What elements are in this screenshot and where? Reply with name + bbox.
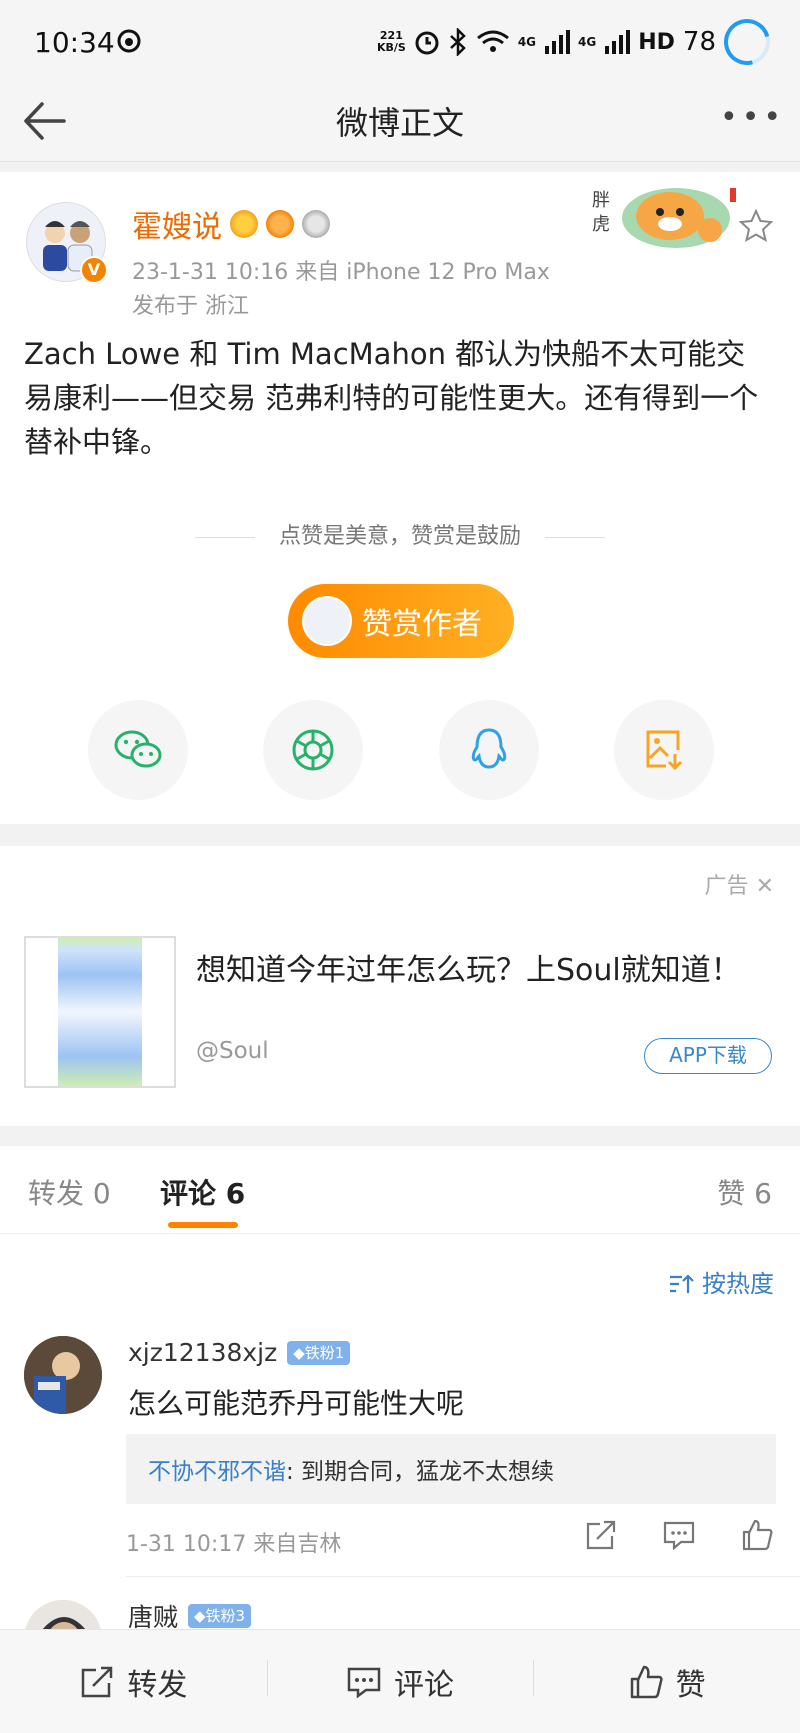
comment-reply[interactable]: 不协不邪不谐: 到期合同，猛龙不太想续 (126, 1434, 776, 1504)
save-image-icon (646, 730, 683, 771)
post-meta: 23-1-31 10:16 来自 iPhone 12 Pro Max (132, 260, 550, 285)
comment-meta: 1-31 10:17 来自吉林 (126, 1532, 342, 1557)
comment-divider (126, 1576, 800, 1577)
forward-button[interactable]: 转发 (0, 1630, 267, 1733)
comment-icon (347, 1667, 381, 1698)
bluetooth-icon (449, 28, 466, 56)
comment-label: 评论 (394, 1667, 454, 1703)
tab-indicator (168, 1222, 238, 1228)
fan-badge: ◆铁粉3 (188, 1604, 252, 1628)
share-moments-button[interactable] (263, 700, 364, 800)
forward-label: 转发 (127, 1667, 188, 1703)
reply-text: : 到期合同，猛龙不太想续 (286, 1459, 555, 1485)
verified-badge-icon: V (80, 256, 108, 284)
reward-author-avatar (302, 596, 352, 646)
author-name[interactable]: 霍嫂说 (132, 202, 222, 246)
medal-badge-icon (302, 210, 330, 238)
comment-text: 怎么可能范乔丹可能性大呢 (128, 1387, 465, 1420)
moments-icon (292, 729, 334, 771)
signal-icon (545, 30, 571, 54)
status-icons: 221 KB/S 4G 4G HD 78 (376, 10, 779, 74)
like-button[interactable]: 赞 (533, 1630, 800, 1733)
hd-indicator: HD (638, 29, 675, 55)
qq-icon (471, 728, 506, 769)
weibo-notification-icon (117, 29, 141, 53)
bottom-action-bar: 转发 评论 赞 (0, 1629, 800, 1733)
comment-author[interactable]: xjz12138xjz (128, 1338, 277, 1367)
comment-like-icon[interactable] (740, 1518, 774, 1552)
like-icon (630, 1665, 663, 1698)
ad-title[interactable]: 想知道今年过年怎么玩？上Soul就知道！ (196, 950, 756, 992)
author-row: 霍嫂说 (132, 202, 330, 246)
reward-button-label: 赞赏作者 (362, 607, 482, 642)
status-time: 10:34 (34, 26, 115, 59)
alarm-icon (415, 31, 439, 55)
wifi-icon (476, 30, 509, 52)
comment-list: 按热度 xjz12138xjz ◆铁粉1 怎么可能范乔丹可能性大呢 不协不邪不谐… (0, 1234, 800, 1629)
wechat-icon (114, 730, 162, 768)
ad-thumbnail-image (58, 938, 142, 1086)
like-label: 赞 (675, 1667, 706, 1703)
detail-tabs: 转发 0 评论 6 赞 6 (0, 1146, 800, 1234)
battery-level: 78 (682, 27, 716, 57)
save-image-button[interactable] (613, 700, 714, 800)
comment-reply-icon[interactable] (662, 1518, 696, 1552)
net-speed: 221 KB/S (376, 29, 406, 54)
comment-author[interactable]: 唐贼 (128, 1598, 178, 1629)
post-location: 发布于 浙江 (132, 294, 249, 319)
ad-label[interactable]: 广告 ✕ (705, 868, 774, 900)
share-qq-button[interactable] (438, 700, 539, 800)
forward-icon (82, 1666, 113, 1697)
share-wechat-button[interactable] (88, 700, 188, 800)
comment-actions (584, 1518, 774, 1552)
svg-text:胖: 胖 (592, 190, 610, 211)
comment-header: 唐贼 ◆铁粉3 (128, 1598, 252, 1629)
post-text: Zach Lowe 和 Tim MacMahon 都认为快船不太可能交易康利——… (24, 337, 759, 459)
ad-thumbnail[interactable] (24, 936, 176, 1088)
reward-hint: 点赞是美意，赞赏是鼓励 (0, 518, 800, 550)
tiger-sticker-icon: 胖 虎 (590, 186, 736, 248)
battery-ring-icon (715, 10, 779, 74)
reward-author-button[interactable]: 赞赏作者 (288, 584, 514, 658)
ad-source: @Soul (196, 1038, 269, 1064)
comment-avatar[interactable] (24, 1336, 102, 1414)
more-options-button[interactable]: ••• (720, 98, 781, 138)
signal-icon-2 (605, 30, 631, 54)
ad-close-icon[interactable]: ✕ (756, 874, 774, 899)
ad-card[interactable]: 广告 ✕ 想知道今年过年怎么玩？上Soul就知道！ @Soul APP下载 (0, 846, 800, 1126)
share-row (88, 700, 714, 800)
comment-avatar[interactable] (24, 1600, 102, 1629)
app-download-button[interactable]: APP下载 (644, 1038, 772, 1074)
comment-button[interactable]: 评论 (266, 1630, 534, 1733)
page-title: 微博正文 (335, 104, 464, 142)
crown-badge-icon (230, 210, 258, 238)
reply-author[interactable]: 不协不邪不谐 (148, 1459, 286, 1485)
tab-forward[interactable]: 转发 0 (28, 1172, 111, 1212)
fan-badge: ◆铁粉1 (287, 1340, 351, 1365)
tab-comment[interactable]: 评论 6 (160, 1172, 245, 1212)
post-card: V 霍嫂说 23-1-31 10:16 来自 iPhone 12 Pro Max… (0, 172, 800, 824)
network-type-2: 4G (578, 35, 597, 49)
tab-like[interactable]: 赞 6 (717, 1172, 772, 1212)
fish-badge-icon (266, 210, 294, 238)
sort-icon (670, 1274, 695, 1293)
sort-by-hot-button[interactable]: 按热度 (668, 1264, 774, 1299)
svg-text:虎: 虎 (592, 214, 610, 235)
nav-bar: 微博正文 ••• (0, 80, 800, 162)
favorite-star-icon[interactable] (738, 208, 774, 244)
comment-forward-icon[interactable] (584, 1518, 618, 1552)
network-type: 4G (517, 35, 537, 49)
comment-header: xjz12138xjz ◆铁粉1 (128, 1338, 351, 1367)
status-bar: 10:34 221 KB/S 4G 4G HD 78 (0, 0, 800, 80)
